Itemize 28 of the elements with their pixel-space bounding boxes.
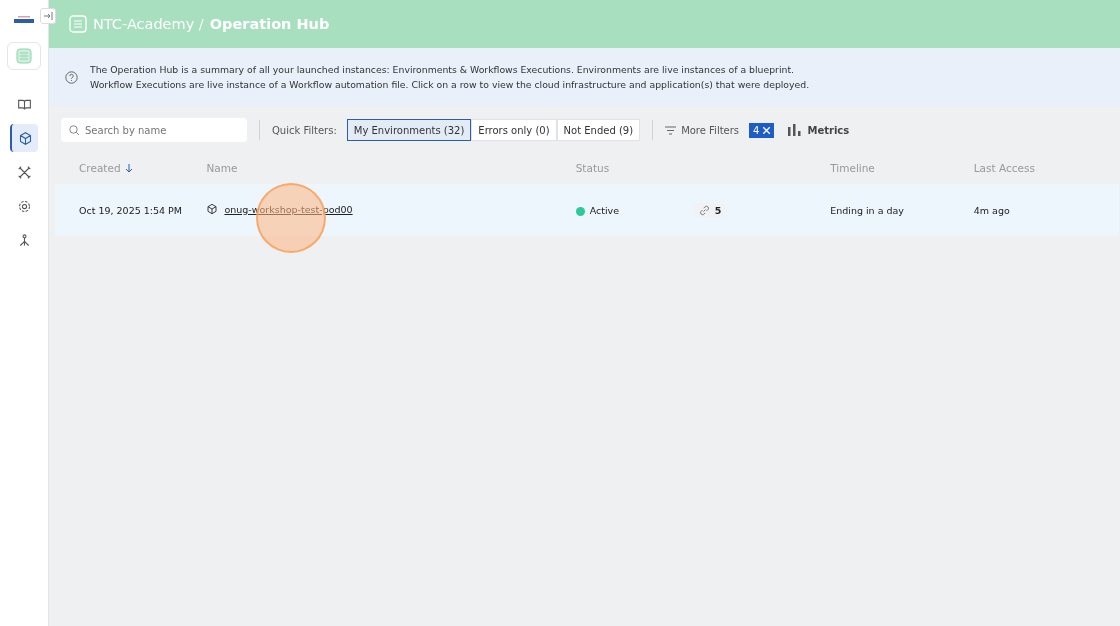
- link-icon: [698, 204, 710, 216]
- status-label: Active: [575, 204, 620, 216]
- bar-chart-icon: [788, 124, 802, 136]
- search-icon: [69, 124, 80, 136]
- logo: [14, 16, 34, 24]
- sort-arrow-icon: [124, 163, 133, 173]
- table-cell: Ending in a day: [830, 204, 904, 216]
- filter-tab[interactable]: Errors only (0): [471, 119, 557, 141]
- cube-nav-icon[interactable]: [10, 124, 38, 152]
- page-title: Operation Hub: [209, 16, 330, 32]
- app-icon: [69, 15, 87, 33]
- quick-filters-label: Quick Filters:: [272, 124, 337, 136]
- table-cell: 4m ago: [973, 204, 1010, 216]
- filter-count-badge[interactable]: 4: [749, 122, 775, 138]
- close-icon[interactable]: [763, 126, 771, 134]
- search-field[interactable]: Search by name: [61, 118, 247, 142]
- links-count-chip: 5: [692, 202, 728, 218]
- filter-icon: [665, 125, 677, 135]
- info-text: The Operation Hub is a summary of all your launched instances: Environments & Workflows Executions. Environments are live instances of a blueprint. Workflow Executions are live instance of a Workflow automation file. Click on a row to view the cloud infrastructure and application(s) that were deployed.: [90, 63, 810, 92]
- metrics-button[interactable]: Metrics: [788, 124, 850, 136]
- collapse-icon: [43, 11, 53, 21]
- filter-tab[interactable]: Not Ended (9): [556, 119, 641, 141]
- filter-tab[interactable]: My Environments (32): [346, 119, 472, 141]
- cube-icon: [206, 203, 219, 215]
- table-cell: Oct 19, 2025 1:54 PM: [79, 204, 183, 216]
- more-filters-button[interactable]: More Filters: [665, 124, 740, 136]
- org-name: NTC-Academy /: [93, 16, 204, 32]
- help-icon: [65, 70, 78, 84]
